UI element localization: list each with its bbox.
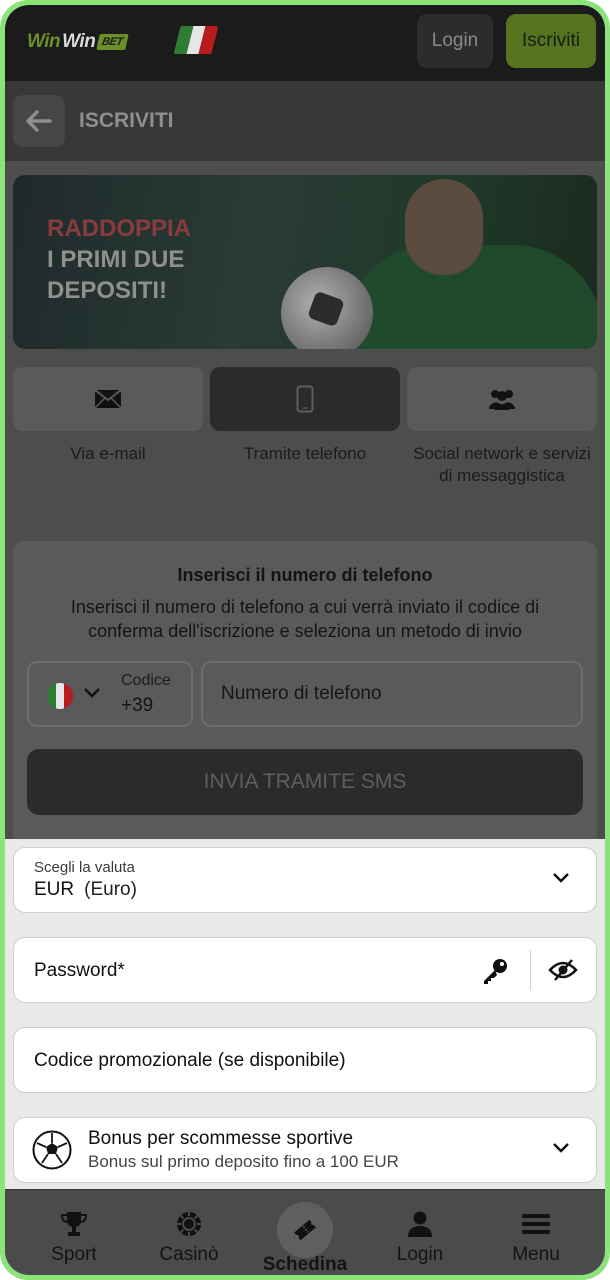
device-frame: Win Win BET Login Iscriviti ISCRIVITI RA… [0, 0, 610, 1280]
country-code-caption: Codice [121, 672, 171, 689]
phone-registration-card: Inserisci il numero di telefono Inserisc… [13, 541, 597, 841]
nav-betslip[interactable]: Schedina [255, 1190, 355, 1275]
player-head-image [405, 179, 483, 275]
signup-button[interactable]: Iscriviti [506, 14, 596, 68]
eye-slash-icon[interactable] [548, 958, 578, 982]
football-image [281, 267, 373, 349]
promo-code-label: Codice promozionale (se disponibile) [34, 1050, 346, 1071]
phone-icon [296, 385, 314, 413]
country-code-value: +39 [121, 695, 154, 716]
phone-form-title: Inserisci il numero di telefono [177, 565, 433, 585]
currency-value: EUR (Euro) [34, 879, 137, 900]
login-button[interactable]: Login [417, 14, 493, 68]
ticket-icon [294, 1219, 316, 1241]
tab-phone-label: Tramite telefono [243, 444, 367, 463]
bonus-title: Bonus per scommesse sportive [88, 1128, 354, 1149]
banner-headline: RADDOPPIA I PRIMI DUE DEPOSITI! [47, 215, 192, 304]
dimmed-background: ISCRIVITI RADDOPPIA I PRIMI DUE DEPOSITI… [5, 81, 605, 841]
nav-login[interactable]: Login [370, 1190, 470, 1275]
bonus-select[interactable]: Bonus per scommesse sportive Bonus sul p… [13, 1117, 597, 1183]
envelope-icon [94, 389, 122, 409]
user-icon [408, 1211, 432, 1237]
trophy-icon [60, 1212, 88, 1236]
winwin-logo[interactable]: Win Win BET [27, 31, 129, 53]
tab-social-label: Social network e servizi di messaggistic… [413, 444, 591, 485]
chevron-down-icon [84, 688, 100, 698]
country-code-select[interactable]: Codice +39 [27, 661, 193, 727]
casino-chip-icon [177, 1212, 201, 1236]
back-button[interactable] [13, 95, 65, 147]
send-sms-button[interactable]: INVIA TRAMITE SMS [27, 749, 583, 815]
soccer-ball-icon [32, 1130, 72, 1170]
chevron-down-icon [553, 873, 569, 883]
phone-form-description: Inserisci il numero di telefono a cui ve… [70, 597, 540, 641]
password-divider [530, 950, 531, 990]
italy-flag-icon [173, 26, 219, 54]
chevron-down-icon [553, 1143, 569, 1153]
page-subheader: ISCRIVITI [5, 81, 605, 161]
nav-casino[interactable]: Casinò [139, 1190, 239, 1275]
bonus-subtitle: Bonus sul primo deposito fino a 100 EUR [88, 1152, 399, 1171]
bottom-navigation: Sport Casinò Schedina Login Menu [5, 1189, 605, 1275]
top-header: Win Win BET Login Iscriviti [5, 5, 605, 81]
tab-phone[interactable] [210, 367, 400, 431]
tab-email-label: Via e-mail [70, 444, 146, 463]
screen: Win Win BET Login Iscriviti ISCRIVITI RA… [5, 5, 605, 1275]
currency-caption: Scegli la valuta [34, 859, 135, 876]
currency-select[interactable]: Scegli la valuta EUR (Euro) [13, 847, 597, 913]
arrow-left-icon [26, 110, 52, 132]
promo-banner[interactable]: RADDOPPIA I PRIMI DUE DEPOSITI! [13, 175, 597, 349]
nav-menu[interactable]: Menu [486, 1190, 586, 1275]
key-icon[interactable] [480, 956, 510, 986]
italy-flag-icon [47, 683, 73, 709]
registration-fields: Scegli la valuta EUR (Euro) Password* Co… [5, 839, 605, 1193]
promo-code-input[interactable]: Codice promozionale (se disponibile) [13, 1027, 597, 1093]
password-label: Password* [34, 960, 125, 981]
password-field[interactable]: Password* [13, 937, 597, 1003]
hamburger-icon [522, 1214, 550, 1234]
tab-social[interactable] [407, 367, 597, 431]
page-title: ISCRIVITI [79, 109, 174, 132]
tab-email[interactable] [13, 367, 203, 431]
nav-sport[interactable]: Sport [24, 1190, 124, 1275]
users-icon [489, 390, 515, 410]
phone-number-input[interactable]: Numero di telefono [201, 661, 583, 727]
registration-methods: Via e-mail Tramite telefono Social netwo… [13, 367, 597, 517]
